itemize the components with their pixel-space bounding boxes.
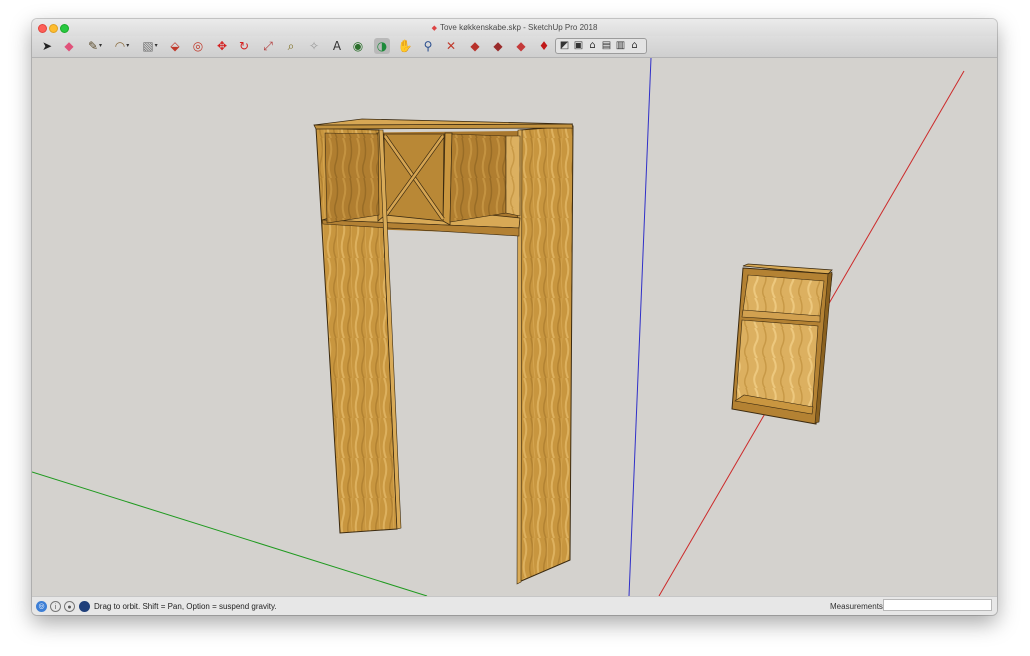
geo-location-icon[interactable]: ◎ (36, 601, 47, 612)
tape-measure-tool[interactable]: ⌕ (283, 38, 299, 54)
shape-tool[interactable]: ▧ ▾ (139, 38, 161, 54)
window-title: Tove køkkenskabe.skp - SketchUp Pro 2018 (439, 23, 598, 32)
zoom-tool[interactable]: ⚲ (420, 38, 436, 54)
rotate-tool[interactable]: ↻ (236, 38, 252, 54)
status-bar: ◎ i ● Drag to orbit. Shift = Pan, Option… (32, 596, 997, 615)
text-tool[interactable]: A (329, 38, 345, 54)
line-tool[interactable]: ✎ ▾ (84, 38, 106, 54)
minimize-window-button[interactable] (49, 24, 58, 33)
right-view-icon[interactable]: ▤ (600, 38, 613, 54)
move-tool[interactable]: ✥ (214, 38, 230, 54)
orbit-tool[interactable]: ◑ (374, 38, 390, 54)
close-window-button[interactable] (38, 24, 47, 33)
measurements-label: Measurements (830, 602, 883, 611)
extension-warehouse-icon[interactable]: ◆ (490, 38, 506, 54)
arc-tool[interactable]: ◠ ▾ (111, 38, 133, 54)
model-canvas[interactable] (32, 58, 997, 596)
back-view-icon[interactable]: ▥ (614, 38, 627, 54)
pan-tool[interactable]: ✋ (397, 38, 413, 54)
small-cabinet-model (731, 263, 833, 425)
paint-bucket-tool[interactable]: ◉ (350, 38, 366, 54)
front-view-icon[interactable]: ⌂ (586, 38, 599, 54)
top-view-icon[interactable]: ▣ (572, 38, 585, 54)
layout-icon[interactable]: ◆ (513, 38, 529, 54)
title-bar: ◆ Tove køkkenskabe.skp - SketchUp Pro 201… (32, 19, 997, 36)
protractor-tool[interactable]: ✧ (306, 38, 322, 54)
model-viewport[interactable] (32, 58, 997, 596)
credits-info-icon[interactable]: i (50, 601, 61, 612)
eraser-tool[interactable]: ◆ (61, 38, 77, 54)
tall-cabinet-model (313, 118, 574, 585)
scale-tool[interactable]: ⤢ (260, 38, 276, 54)
sketchup-window: ◆ Tove køkkenskabe.skp - SketchUp Pro 201… (32, 19, 997, 615)
user-account-icon[interactable]: ● (64, 601, 75, 612)
status-hint: Drag to orbit. Shift = Pan, Option = sus… (94, 602, 277, 611)
document-icon: ◆ (431, 25, 437, 32)
ruby-console-icon[interactable]: ♦ (536, 38, 552, 54)
zoom-window-button[interactable] (60, 24, 69, 33)
iso-view-icon[interactable]: ◩ (558, 38, 571, 54)
select-tool[interactable]: ➤ (39, 38, 55, 54)
push-pull-tool[interactable]: ⬙ (167, 38, 183, 54)
zoom-extents-tool[interactable]: ✕ (443, 38, 459, 54)
3d-warehouse-icon[interactable]: ◆ (467, 38, 483, 54)
offset-tool[interactable]: ◎ (190, 38, 206, 54)
blue-axis-line (628, 58, 652, 596)
instructor-icon[interactable] (79, 601, 90, 612)
large-tool-set-toolbar: ➤ ◆ ✎ ▾ ◠ ▾ ▧ ▾ ⬙ ◎ ✥ ↻ ⤢ ⌕ ✧ A ◉ ◑ ✋ ⚲ ✕ ◆ ◆ ◆ ♦ ◩ ▣ ⌂ ▤ ▥ ⌂ (32, 36, 997, 58)
measurements-input[interactable] (883, 599, 992, 611)
left-view-icon[interactable]: ⌂ (628, 38, 641, 54)
